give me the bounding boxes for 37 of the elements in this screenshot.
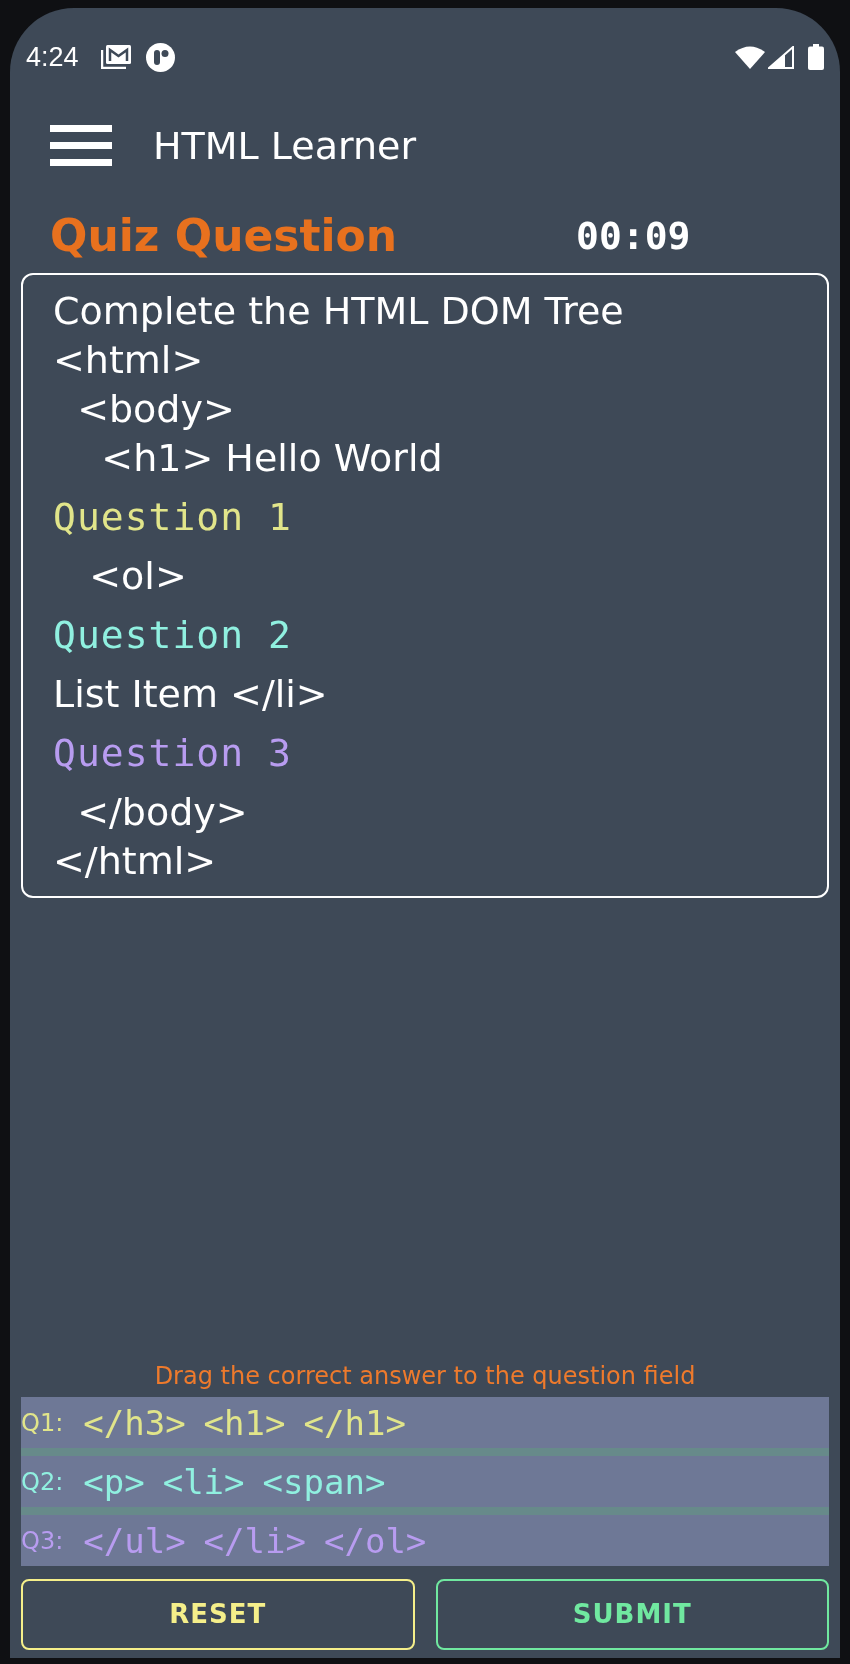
question-field[interactable]: Question 3 <box>53 729 292 778</box>
notification-icon <box>145 42 175 72</box>
signal-icon <box>768 45 794 69</box>
action-button[interactable]: RESET <box>21 1579 415 1650</box>
answer-chip[interactable]: </h3> <box>83 1405 186 1440</box>
menu-button[interactable] <box>50 125 112 166</box>
answer-chip[interactable]: </ol> <box>323 1523 427 1558</box>
code-line: <html> <box>53 337 204 384</box>
question-prompt: Complete the HTML DOM Tree <box>53 289 624 333</box>
action-button[interactable]: SUBMIT <box>435 1579 829 1650</box>
code-line: <ol> <box>88 553 187 600</box>
code-line: <h1> Hello World <box>100 435 443 482</box>
instruction-text: Drag the correct answer to the question field <box>154 1362 696 1390</box>
question-label: Q3: <box>21 1528 64 1553</box>
answer-chip[interactable]: </ul> <box>83 1523 186 1558</box>
status-time: 4:24 <box>26 43 79 71</box>
timer: 00:09 <box>576 217 691 255</box>
code-line: <body> <box>76 386 235 433</box>
answer-chip[interactable]: <p> <box>83 1464 145 1499</box>
battery-icon <box>808 44 824 70</box>
answer-chip[interactable]: </li> <box>203 1523 306 1558</box>
app-title: HTML Learner <box>153 126 417 165</box>
code-line: List Item </li> <box>53 671 328 718</box>
question-field[interactable]: Question 1 <box>53 493 292 542</box>
answer-chip[interactable]: </h1> <box>303 1405 406 1440</box>
answer-chip[interactable]: <li> <box>162 1464 245 1499</box>
menu-icon <box>50 125 112 166</box>
answer-chip[interactable]: <span> <box>262 1464 386 1499</box>
question-label: Q2: <box>21 1469 64 1494</box>
question-label: Q1: <box>21 1410 64 1435</box>
answer-chip[interactable]: <h1> <box>203 1405 286 1440</box>
question-field[interactable]: Question 2 <box>53 611 292 660</box>
wifi-icon <box>735 45 765 69</box>
mail-icon <box>100 45 131 69</box>
code-line: </html> <box>53 838 217 885</box>
code-line: </body> <box>76 789 248 836</box>
quiz-title: Quiz Question <box>50 210 398 261</box>
